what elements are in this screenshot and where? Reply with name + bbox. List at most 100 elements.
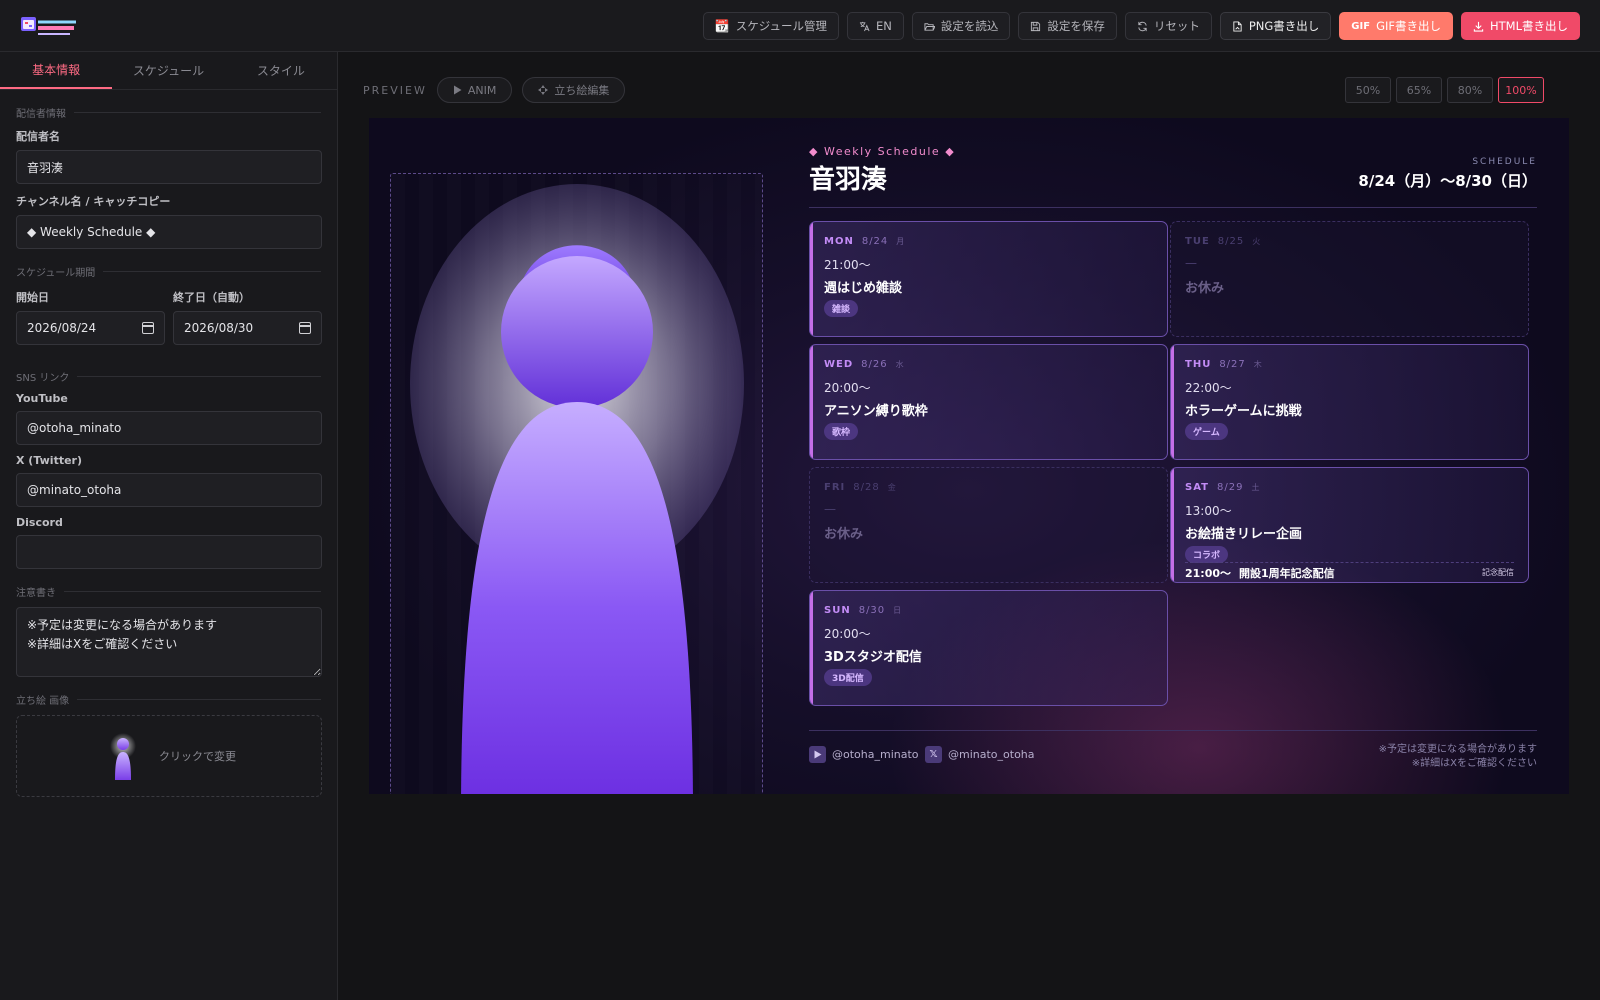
png-export-button[interactable]: PNG書き出し bbox=[1219, 12, 1332, 40]
section-period: スケジュール期間 bbox=[16, 264, 321, 279]
zoom-button[interactable]: 50% bbox=[1345, 77, 1391, 103]
start-date-value: 2026/08/24 bbox=[27, 321, 97, 335]
language-label: EN bbox=[875, 19, 892, 33]
save-settings-button[interactable]: 設定を保存 bbox=[1018, 12, 1117, 40]
section-sns: SNS リンク bbox=[16, 369, 321, 384]
footer-youtube: @otoha_minato bbox=[809, 746, 919, 763]
streamer-name-label: 配信者名 bbox=[16, 130, 60, 143]
extra-stream: 21:00〜 開設1周年記念配信 記念配信 bbox=[1185, 562, 1514, 582]
end-date-label: 終了日（自動） bbox=[173, 291, 250, 304]
character-image-picker[interactable]: クリックで変更 bbox=[16, 715, 322, 797]
tab-schedule[interactable]: スケジュール bbox=[112, 52, 224, 89]
top-bar: 📆 スケジュール管理 EN 設定を読込 設定を保存 リセット PNG書き出し G… bbox=[0, 0, 1600, 52]
gif-export-button[interactable]: GIF GIF書き出し bbox=[1339, 12, 1453, 40]
character-thumbnail bbox=[110, 733, 136, 780]
character-edit-button[interactable]: 立ち絵編集 bbox=[522, 77, 626, 103]
day-name: SAT bbox=[1185, 481, 1209, 493]
day-date: 8/29 bbox=[1217, 481, 1244, 493]
stream-title: アニソン縛り歌枠 bbox=[824, 404, 928, 419]
settings-sidebar: 基本情報 スケジュール スタイル 配信者情報 配信者名 音羽湊 チャンネル名 /… bbox=[0, 52, 338, 1000]
day-row: WED 8/26 水 bbox=[824, 357, 1153, 371]
day-jp: 水 bbox=[895, 359, 905, 369]
start-date-label: 開始日 bbox=[16, 291, 49, 304]
youtube-icon bbox=[809, 746, 826, 763]
zoom-button[interactable]: 65% bbox=[1396, 77, 1442, 103]
stream-time: 13:00〜 bbox=[1185, 504, 1232, 518]
footer-x-handle: @minato_otoha bbox=[948, 748, 1035, 761]
load-settings-label: 設定を読込 bbox=[940, 19, 999, 33]
section-notes: 注意書き bbox=[16, 584, 321, 599]
section-streamer: 配信者情報 bbox=[16, 105, 321, 120]
day-jp: 土 bbox=[1251, 482, 1261, 492]
x-icon: 𝕏 bbox=[925, 746, 942, 763]
day-jp: 金 bbox=[887, 482, 897, 492]
schedule-header: ◆ Weekly Schedule ◆ 音羽湊 SCHEDULE 8/24（月）… bbox=[809, 145, 1537, 197]
tab-basic-info[interactable]: 基本情報 bbox=[0, 52, 113, 89]
catch-copy-label: チャンネル名 / キャッチコピー bbox=[16, 195, 171, 208]
schedule-range-block: SCHEDULE 8/24（月）〜8/30（日） bbox=[1358, 157, 1537, 191]
day-row: TUE 8/25 火 bbox=[1185, 234, 1514, 248]
end-date-input[interactable]: 2026/08/30 bbox=[173, 311, 322, 345]
youtube-input[interactable]: @otoha_minato bbox=[16, 411, 322, 445]
day-name: MON bbox=[824, 235, 854, 247]
day-row: FRI 8/28 金 bbox=[824, 480, 1153, 494]
extra-stream-info: 21:00〜 開設1周年記念配信 bbox=[1185, 565, 1343, 581]
footer-youtube-handle: @otoha_minato bbox=[832, 748, 919, 761]
load-settings-button[interactable]: 設定を読込 bbox=[911, 12, 1011, 40]
x-input[interactable]: @minato_otoha bbox=[16, 473, 322, 507]
character-edit-label: 立ち絵編集 bbox=[554, 84, 610, 97]
day-name: TUE bbox=[1185, 235, 1210, 247]
start-date-input[interactable]: 2026/08/24 bbox=[16, 311, 165, 345]
calendar-icon[interactable] bbox=[299, 322, 311, 334]
stream-time: 21:00〜 bbox=[824, 258, 871, 272]
streamer-name-input[interactable]: 音羽湊 bbox=[16, 150, 322, 184]
calendar-icon[interactable] bbox=[142, 322, 154, 334]
footer-note: ※予定は変更になる場合があります bbox=[1378, 744, 1537, 755]
streamer-name-value: 音羽湊 bbox=[27, 160, 64, 175]
tab-style[interactable]: スタイル bbox=[225, 52, 337, 89]
stream-tag: 歌枠 bbox=[824, 423, 859, 440]
day-row: MON 8/24 月 bbox=[824, 234, 1153, 248]
day-card-wed: WED 8/26 水 20:00〜 アニソン縛り歌枠 歌枠 bbox=[809, 344, 1168, 460]
calendar-icon: 📆 bbox=[714, 19, 730, 33]
notes-textarea[interactable] bbox=[16, 607, 322, 677]
stream-time: 20:00〜 bbox=[824, 627, 871, 641]
anim-toggle-button[interactable]: ANIM bbox=[436, 77, 513, 103]
preview-area: PREVIEW ANIM 立ち絵編集 50% 65% 80% 100% ◆ We… bbox=[339, 52, 1600, 1000]
extra-stream-time: 21:00〜 bbox=[1185, 566, 1232, 580]
app-logo bbox=[21, 17, 76, 35]
file-image-icon bbox=[1233, 20, 1242, 32]
schedule-range: 8/24（月）〜8/30（日） bbox=[1358, 172, 1537, 190]
end-date-value: 2026/08/30 bbox=[184, 321, 254, 335]
preview-label: PREVIEW bbox=[363, 83, 427, 97]
stream-time: 22:00〜 bbox=[1185, 381, 1232, 395]
zoom-button[interactable]: 80% bbox=[1447, 77, 1493, 103]
language-button[interactable]: EN bbox=[846, 12, 904, 40]
schedule-manage-button[interactable]: 📆 スケジュール管理 bbox=[702, 12, 839, 40]
stream-tag: 3D配信 bbox=[824, 669, 872, 686]
save-settings-label: 設定を保存 bbox=[1047, 19, 1105, 33]
day-date: 8/26 bbox=[861, 358, 888, 370]
catch-copy-input[interactable]: ◆ Weekly Schedule ◆ bbox=[16, 215, 322, 249]
stream-title: ホラーゲームに挑戦 bbox=[1185, 404, 1302, 419]
gif-export-label: GIF書き出し bbox=[1376, 19, 1441, 33]
stream-title: 週はじめ雑談 bbox=[824, 281, 903, 296]
day-jp: 火 bbox=[1252, 236, 1262, 246]
day-jp: 月 bbox=[896, 236, 906, 246]
day-jp: 日 bbox=[893, 605, 903, 615]
stream-time: — bbox=[824, 502, 836, 516]
day-date: 8/28 bbox=[853, 481, 880, 493]
stream-title: お絵描きリレー企画 bbox=[1185, 527, 1303, 542]
youtube-value: @otoha_minato bbox=[27, 421, 122, 435]
character-frame[interactable] bbox=[390, 173, 763, 794]
discord-input[interactable] bbox=[16, 535, 322, 569]
day-card-sun: SUN 8/30 日 20:00〜 3Dスタジオ配信 3D配信 bbox=[809, 590, 1168, 706]
zoom-button[interactable]: 100% bbox=[1498, 77, 1544, 103]
x-label: X (Twitter) bbox=[16, 454, 82, 467]
reset-button[interactable]: リセット bbox=[1124, 12, 1212, 40]
stream-tag: ゲーム bbox=[1185, 423, 1228, 440]
stream-title: お休み bbox=[1185, 281, 1225, 296]
html-export-label: HTML書き出し bbox=[1489, 19, 1568, 33]
footer-note: ※詳細はXをご確認ください bbox=[1411, 758, 1537, 769]
html-export-button[interactable]: HTML書き出し bbox=[1460, 12, 1580, 40]
